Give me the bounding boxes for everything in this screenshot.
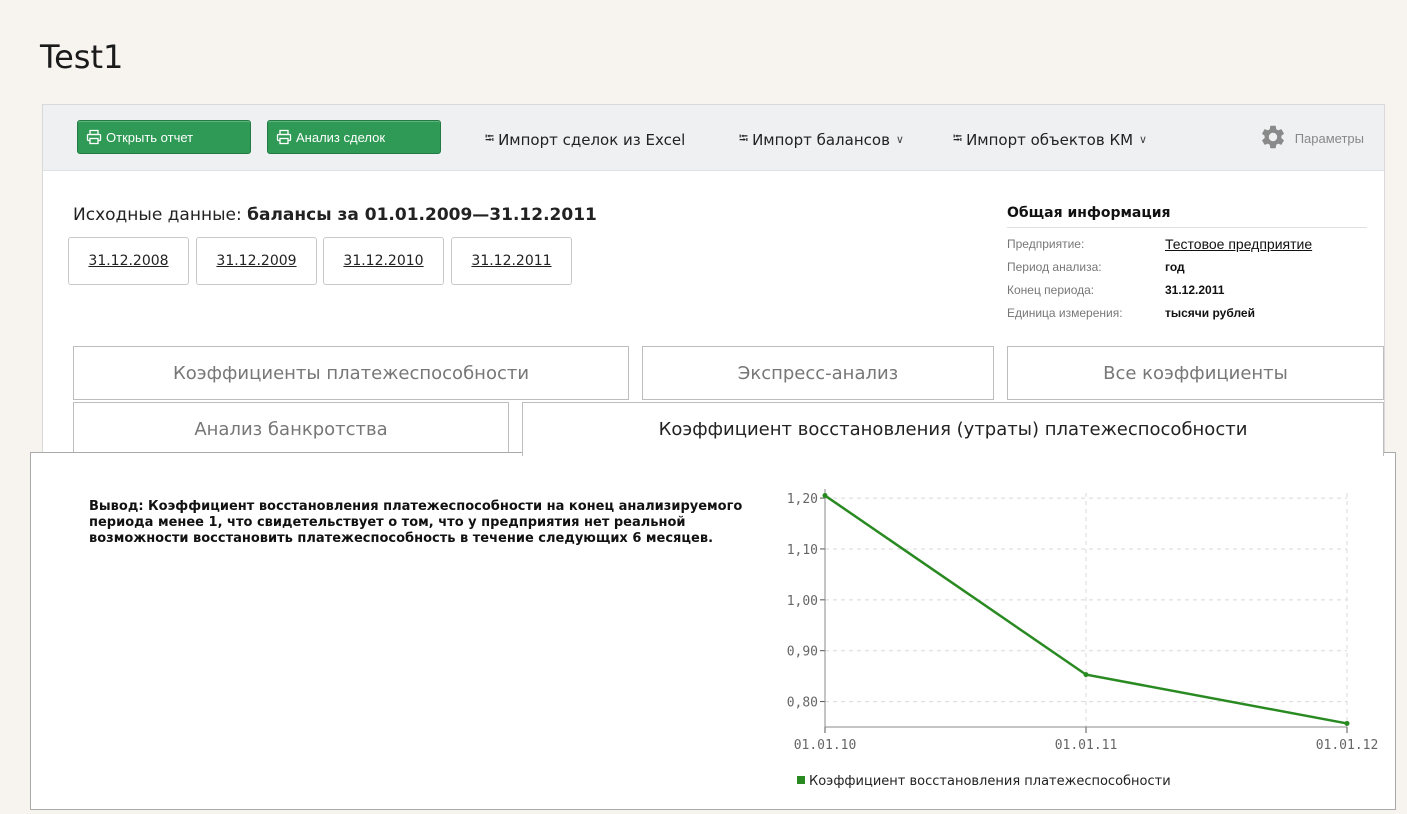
printer-icon <box>276 129 292 145</box>
tab-all-ratios[interactable]: Все коэффициенты <box>1007 346 1384 400</box>
source-label: Исходные данные: <box>73 205 242 225</box>
info-key: Конец периода: <box>1007 282 1095 297</box>
chevron-down-icon: ∨ <box>895 133 904 146</box>
info-row-period-end: Конец периода: 31.12.2011 <box>1007 278 1367 301</box>
x-tick-label: 01.01.12 <box>1316 738 1379 753</box>
external-link-icon: ⭾ <box>739 131 749 145</box>
info-key: Единица измерения: <box>1007 305 1123 320</box>
legend-swatch <box>797 776 805 784</box>
tab-bankruptcy-analysis[interactable]: Анализ банкротства <box>73 402 509 456</box>
series-line <box>824 494 1348 725</box>
info-row-period: Период анализа: год <box>1007 255 1367 278</box>
external-link-icon: ⭾ <box>953 131 963 145</box>
tab-solvency-recovery-ratio[interactable]: Коэффициент восстановления (утраты) плат… <box>522 402 1384 456</box>
open-report-label: Открыть отчет <box>106 129 194 145</box>
info-row-unit: Единица измерения: тысячи рублей <box>1007 301 1367 324</box>
info-value: тысячи рублей <box>1165 305 1255 320</box>
y-tick-label: 1,20 <box>787 492 818 507</box>
general-info-title: Общая информация <box>1007 205 1367 228</box>
info-key: Предприятие: <box>1007 236 1085 251</box>
import-objects-label: Импорт объектов КМ <box>966 130 1134 149</box>
enterprise-link[interactable]: Тестовое предприятие <box>1165 236 1312 252</box>
tab-content-panel: Вывод: Коэффициент восстановления платеж… <box>30 452 1396 810</box>
deal-analysis-button[interactable]: Анализ сделок <box>267 120 441 154</box>
gear-icon <box>1259 123 1287 154</box>
data-point <box>1344 720 1350 726</box>
tab-solvency-ratios[interactable]: Коэффициенты платежеспособности <box>73 346 629 400</box>
x-tick-label: 01.01.10 <box>794 738 857 753</box>
printer-icon <box>86 129 102 145</box>
import-deals-link[interactable]: ⭾ Импорт сделок из Excel <box>485 129 685 150</box>
y-tick-label: 1,10 <box>787 543 818 558</box>
page-title: Test1 <box>40 38 124 76</box>
y-tick-label: 1,00 <box>787 594 818 609</box>
open-report-button[interactable]: Открыть отчет <box>77 120 251 154</box>
info-value: год <box>1165 259 1185 274</box>
toolbar: Открыть отчет Анализ сделок ⭾ Импорт сде… <box>43 105 1384 171</box>
date-button-2011[interactable]: 31.12.2011 <box>451 237 572 285</box>
data-point <box>1083 672 1089 678</box>
info-value: 31.12.2011 <box>1165 282 1225 297</box>
source-value: балансы за 01.01.2009—31.12.2011 <box>247 205 597 225</box>
deal-analysis-label: Анализ сделок <box>296 129 386 145</box>
date-button-2008[interactable]: 31.12.2008 <box>68 237 189 285</box>
y-tick-label: 0,80 <box>787 696 818 711</box>
parameters-button[interactable]: Параметры <box>1259 123 1364 154</box>
external-link-icon: ⭾ <box>485 131 495 145</box>
import-objects-dropdown[interactable]: ⭾ Импорт объектов КМ ∨ <box>953 129 1147 150</box>
parameters-label: Параметры <box>1294 131 1364 146</box>
solvency-recovery-chart: 0,80 0,90 1,00 1,10 1,20 01.01.10 01.01.11 01.0… <box>787 489 1379 789</box>
general-info: Общая информация Предприятие: Тестовое п… <box>1007 205 1367 324</box>
x-tick-label: 01.01.11 <box>1055 738 1118 753</box>
date-button-2010[interactable]: 31.12.2010 <box>323 237 444 285</box>
date-button-2009[interactable]: 31.12.2009 <box>196 237 317 285</box>
data-point <box>822 493 828 499</box>
info-row-enterprise: Предприятие: Тестовое предприятие <box>1007 232 1367 255</box>
chevron-down-icon: ∨ <box>1139 133 1148 146</box>
import-balances-label: Импорт балансов <box>752 130 890 149</box>
import-deals-label: Импорт сделок из Excel <box>498 130 686 149</box>
legend-label: Коэффициент восстановления платежеспособ… <box>809 774 1171 789</box>
tab-express-analysis[interactable]: Экспресс-анализ <box>642 346 994 400</box>
import-balances-dropdown[interactable]: ⭾ Импорт балансов ∨ <box>739 129 904 150</box>
info-key: Период анализа: <box>1007 259 1102 274</box>
y-tick-label: 0,90 <box>787 645 818 660</box>
source-data-line: Исходные данные: балансы за 01.01.2009—3… <box>73 205 597 225</box>
